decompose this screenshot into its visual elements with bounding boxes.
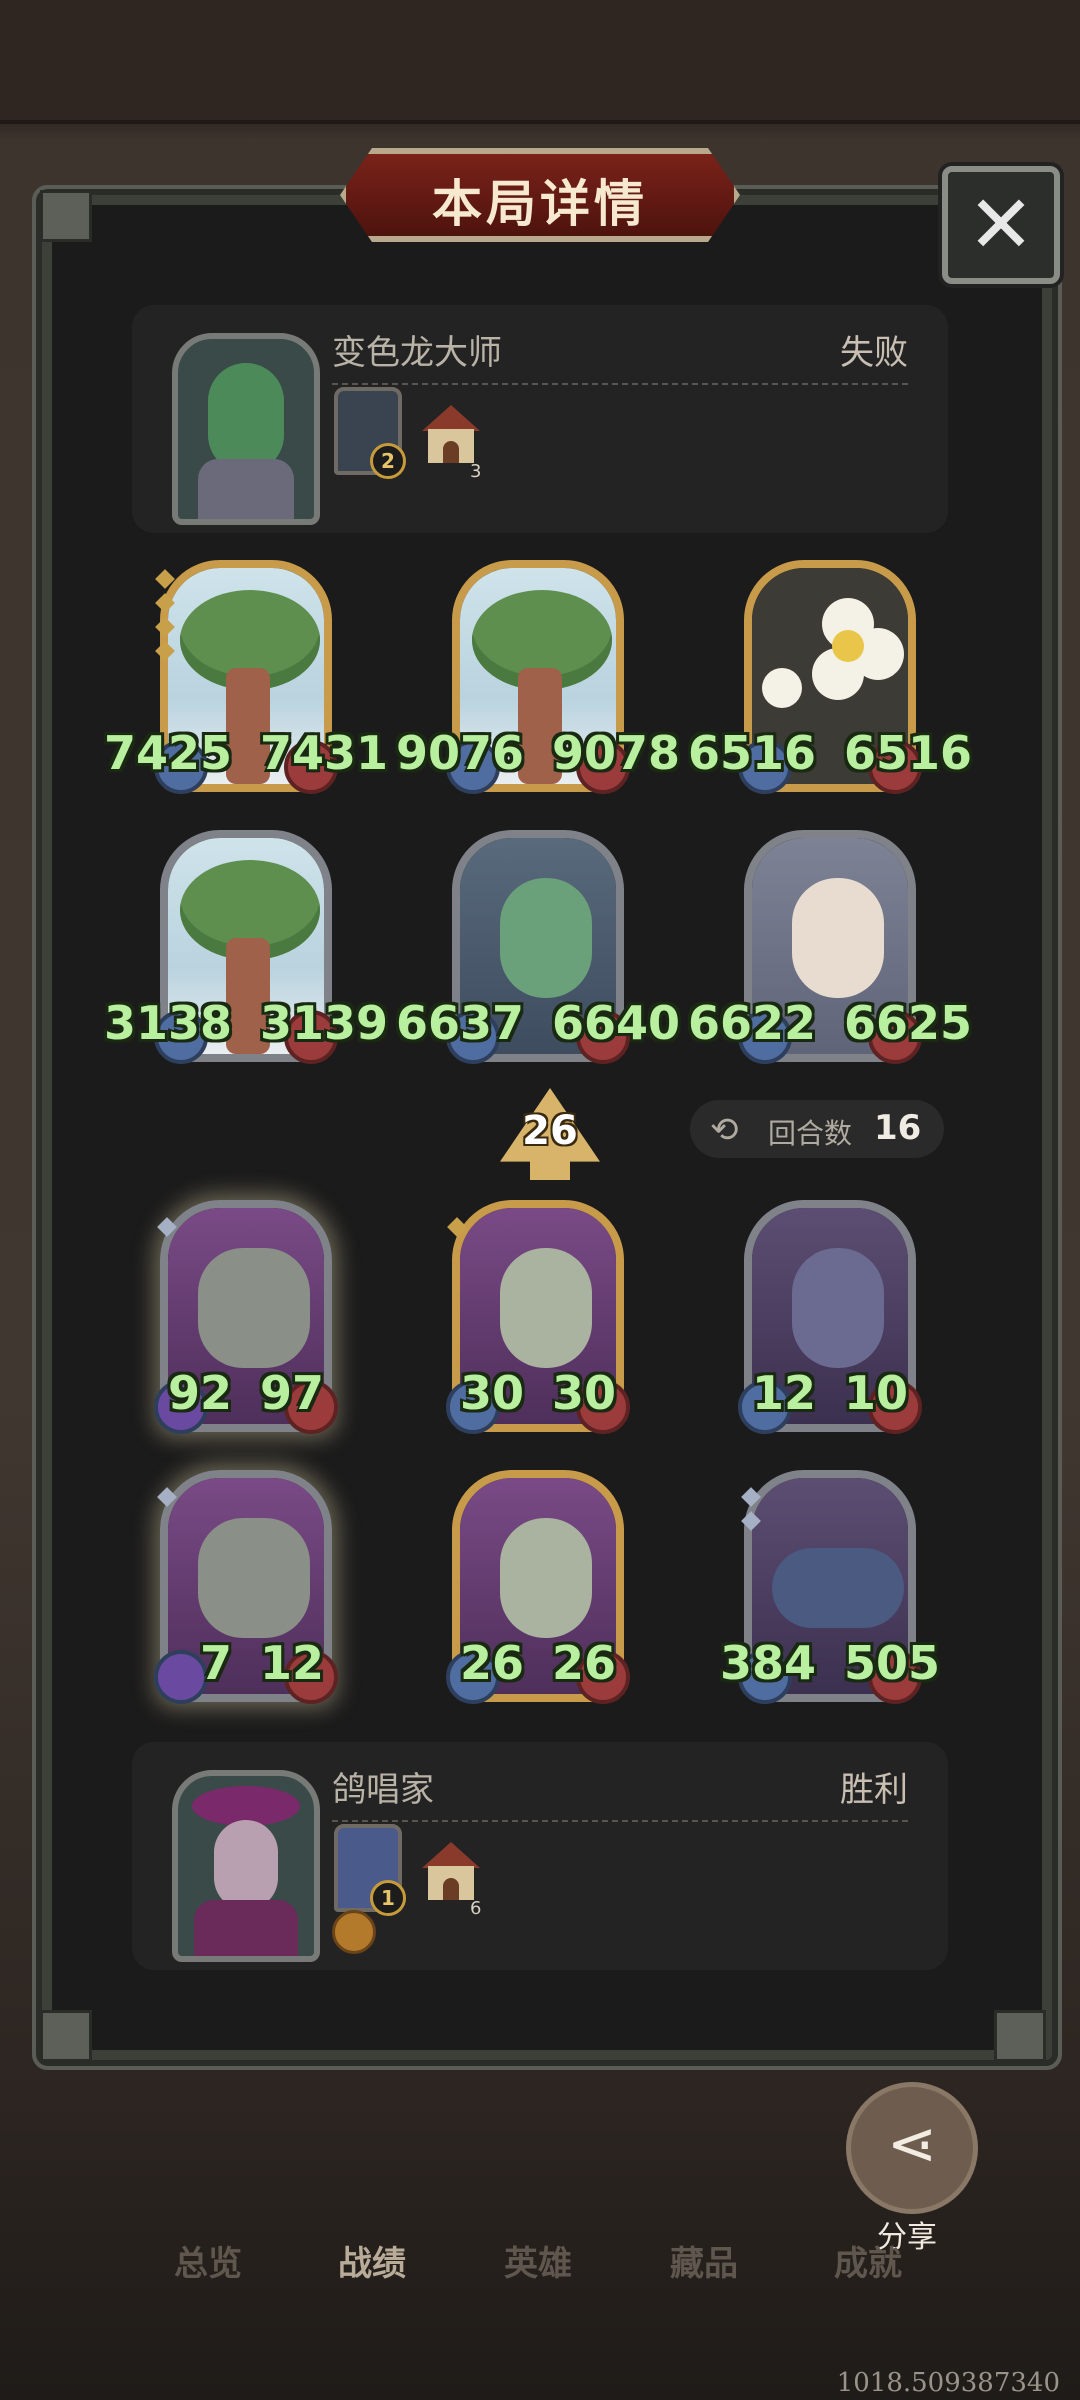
divider: [332, 383, 908, 385]
nav-heroes[interactable]: 英雄: [504, 2236, 572, 2285]
enemy-minion-card[interactable]: 9076 9078: [396, 560, 680, 794]
tavern-icon: [422, 1842, 480, 1900]
level-indicator: 26: [500, 1088, 600, 1180]
title-banner: 本局详情: [340, 148, 740, 242]
player-minion-card[interactable]: 26 26: [446, 1470, 630, 1704]
attack-value: 30: [459, 1366, 524, 1420]
share-icon: ⋖: [886, 2109, 938, 2179]
attack-value: 92: [167, 1366, 232, 1420]
debug-coordinates: 1018.509387340: [836, 2368, 1060, 2398]
enemy-minion-card[interactable]: 3138 3139: [104, 830, 388, 1064]
health-value: 12: [260, 1636, 325, 1690]
close-button[interactable]: ✕: [942, 166, 1060, 284]
player-summary: 鸽唱家 胜利 1 6: [132, 1742, 948, 1970]
health-value: 9078: [552, 726, 681, 780]
attack-value: 6637: [395, 996, 524, 1050]
enemy-minion-card[interactable]: 6637 6640: [396, 830, 680, 1064]
page-title: 本局详情: [432, 175, 648, 233]
bottom-nav: 总览 战绩 英雄 藏品 成就: [0, 2190, 1080, 2320]
attack-value: 7: [199, 1636, 232, 1690]
enemy-minion-card[interactable]: 6622 6625: [688, 830, 972, 1064]
enemy-minion-card[interactable]: 7425 7431: [104, 560, 388, 794]
divider: [332, 1820, 908, 1822]
opponent-result: 失败: [840, 333, 908, 373]
enemy-minion-card[interactable]: 6516 6516: [688, 560, 972, 794]
player-result: 胜利: [840, 1770, 908, 1810]
rounds-value: 16: [874, 1108, 922, 1148]
panel-corner: [40, 2010, 92, 2062]
health-value: 10: [844, 1366, 909, 1420]
rounds-label: 回合数: [768, 1117, 853, 1150]
player-minion-card[interactable]: 92 97: [154, 1200, 338, 1434]
health-value: 30: [552, 1366, 617, 1420]
refresh-icon: ⟲: [710, 1110, 739, 1150]
player-minion-card[interactable]: 30 30: [446, 1200, 630, 1434]
player-minion-card[interactable]: 7 12: [154, 1470, 338, 1704]
level-value: 26: [522, 1108, 578, 1154]
opponent-name: 变色龙大师: [332, 333, 502, 373]
attack-value: 6516: [687, 726, 816, 780]
health-value: 97: [260, 1366, 325, 1420]
panel-corner: [994, 2010, 1046, 2062]
nav-collection[interactable]: 藏品: [670, 2236, 738, 2285]
attack-value: 3138: [103, 996, 232, 1050]
attack-value: 384: [719, 1636, 816, 1690]
attack-value: 26: [459, 1636, 524, 1690]
hero-badge: 2: [370, 443, 406, 479]
attack-value: 9076: [395, 726, 524, 780]
attack-value: 7425: [103, 726, 232, 780]
opponent-summary: 变色龙大师 失败 2 3: [132, 305, 948, 533]
rounds-counter: ⟲ 回合数 16: [690, 1100, 944, 1158]
player-name: 鸽唱家: [332, 1770, 434, 1810]
nav-records[interactable]: 战绩: [338, 2236, 406, 2285]
health-value: 6640: [552, 996, 681, 1050]
health-value: 6625: [844, 996, 973, 1050]
tavern-tier: 6: [470, 1898, 482, 1919]
attack-value: 6622: [687, 996, 816, 1050]
hero-badge: 1: [370, 1880, 406, 1916]
close-icon: ✕: [967, 178, 1035, 271]
nav-achievements[interactable]: 成就: [834, 2236, 902, 2285]
health-value: 26: [552, 1636, 617, 1690]
tavern-icon: [422, 405, 480, 463]
health-value: 3139: [260, 996, 389, 1050]
tavern-tier: 3: [470, 461, 482, 482]
panel-corner: [40, 190, 92, 242]
opponent-avatar[interactable]: [172, 333, 320, 525]
health-value: 7431: [260, 726, 389, 780]
health-value: 6516: [844, 726, 973, 780]
player-minion-card[interactable]: 384 505: [720, 1470, 940, 1704]
top-plank: [0, 0, 1080, 124]
player-minion-card[interactable]: 12 10: [738, 1200, 922, 1434]
nav-overview[interactable]: 总览: [174, 2236, 242, 2285]
attack-value: 12: [751, 1366, 816, 1420]
health-value: 505: [844, 1636, 941, 1690]
player-avatar[interactable]: [172, 1770, 320, 1962]
trinket-icon[interactable]: [332, 1910, 376, 1954]
